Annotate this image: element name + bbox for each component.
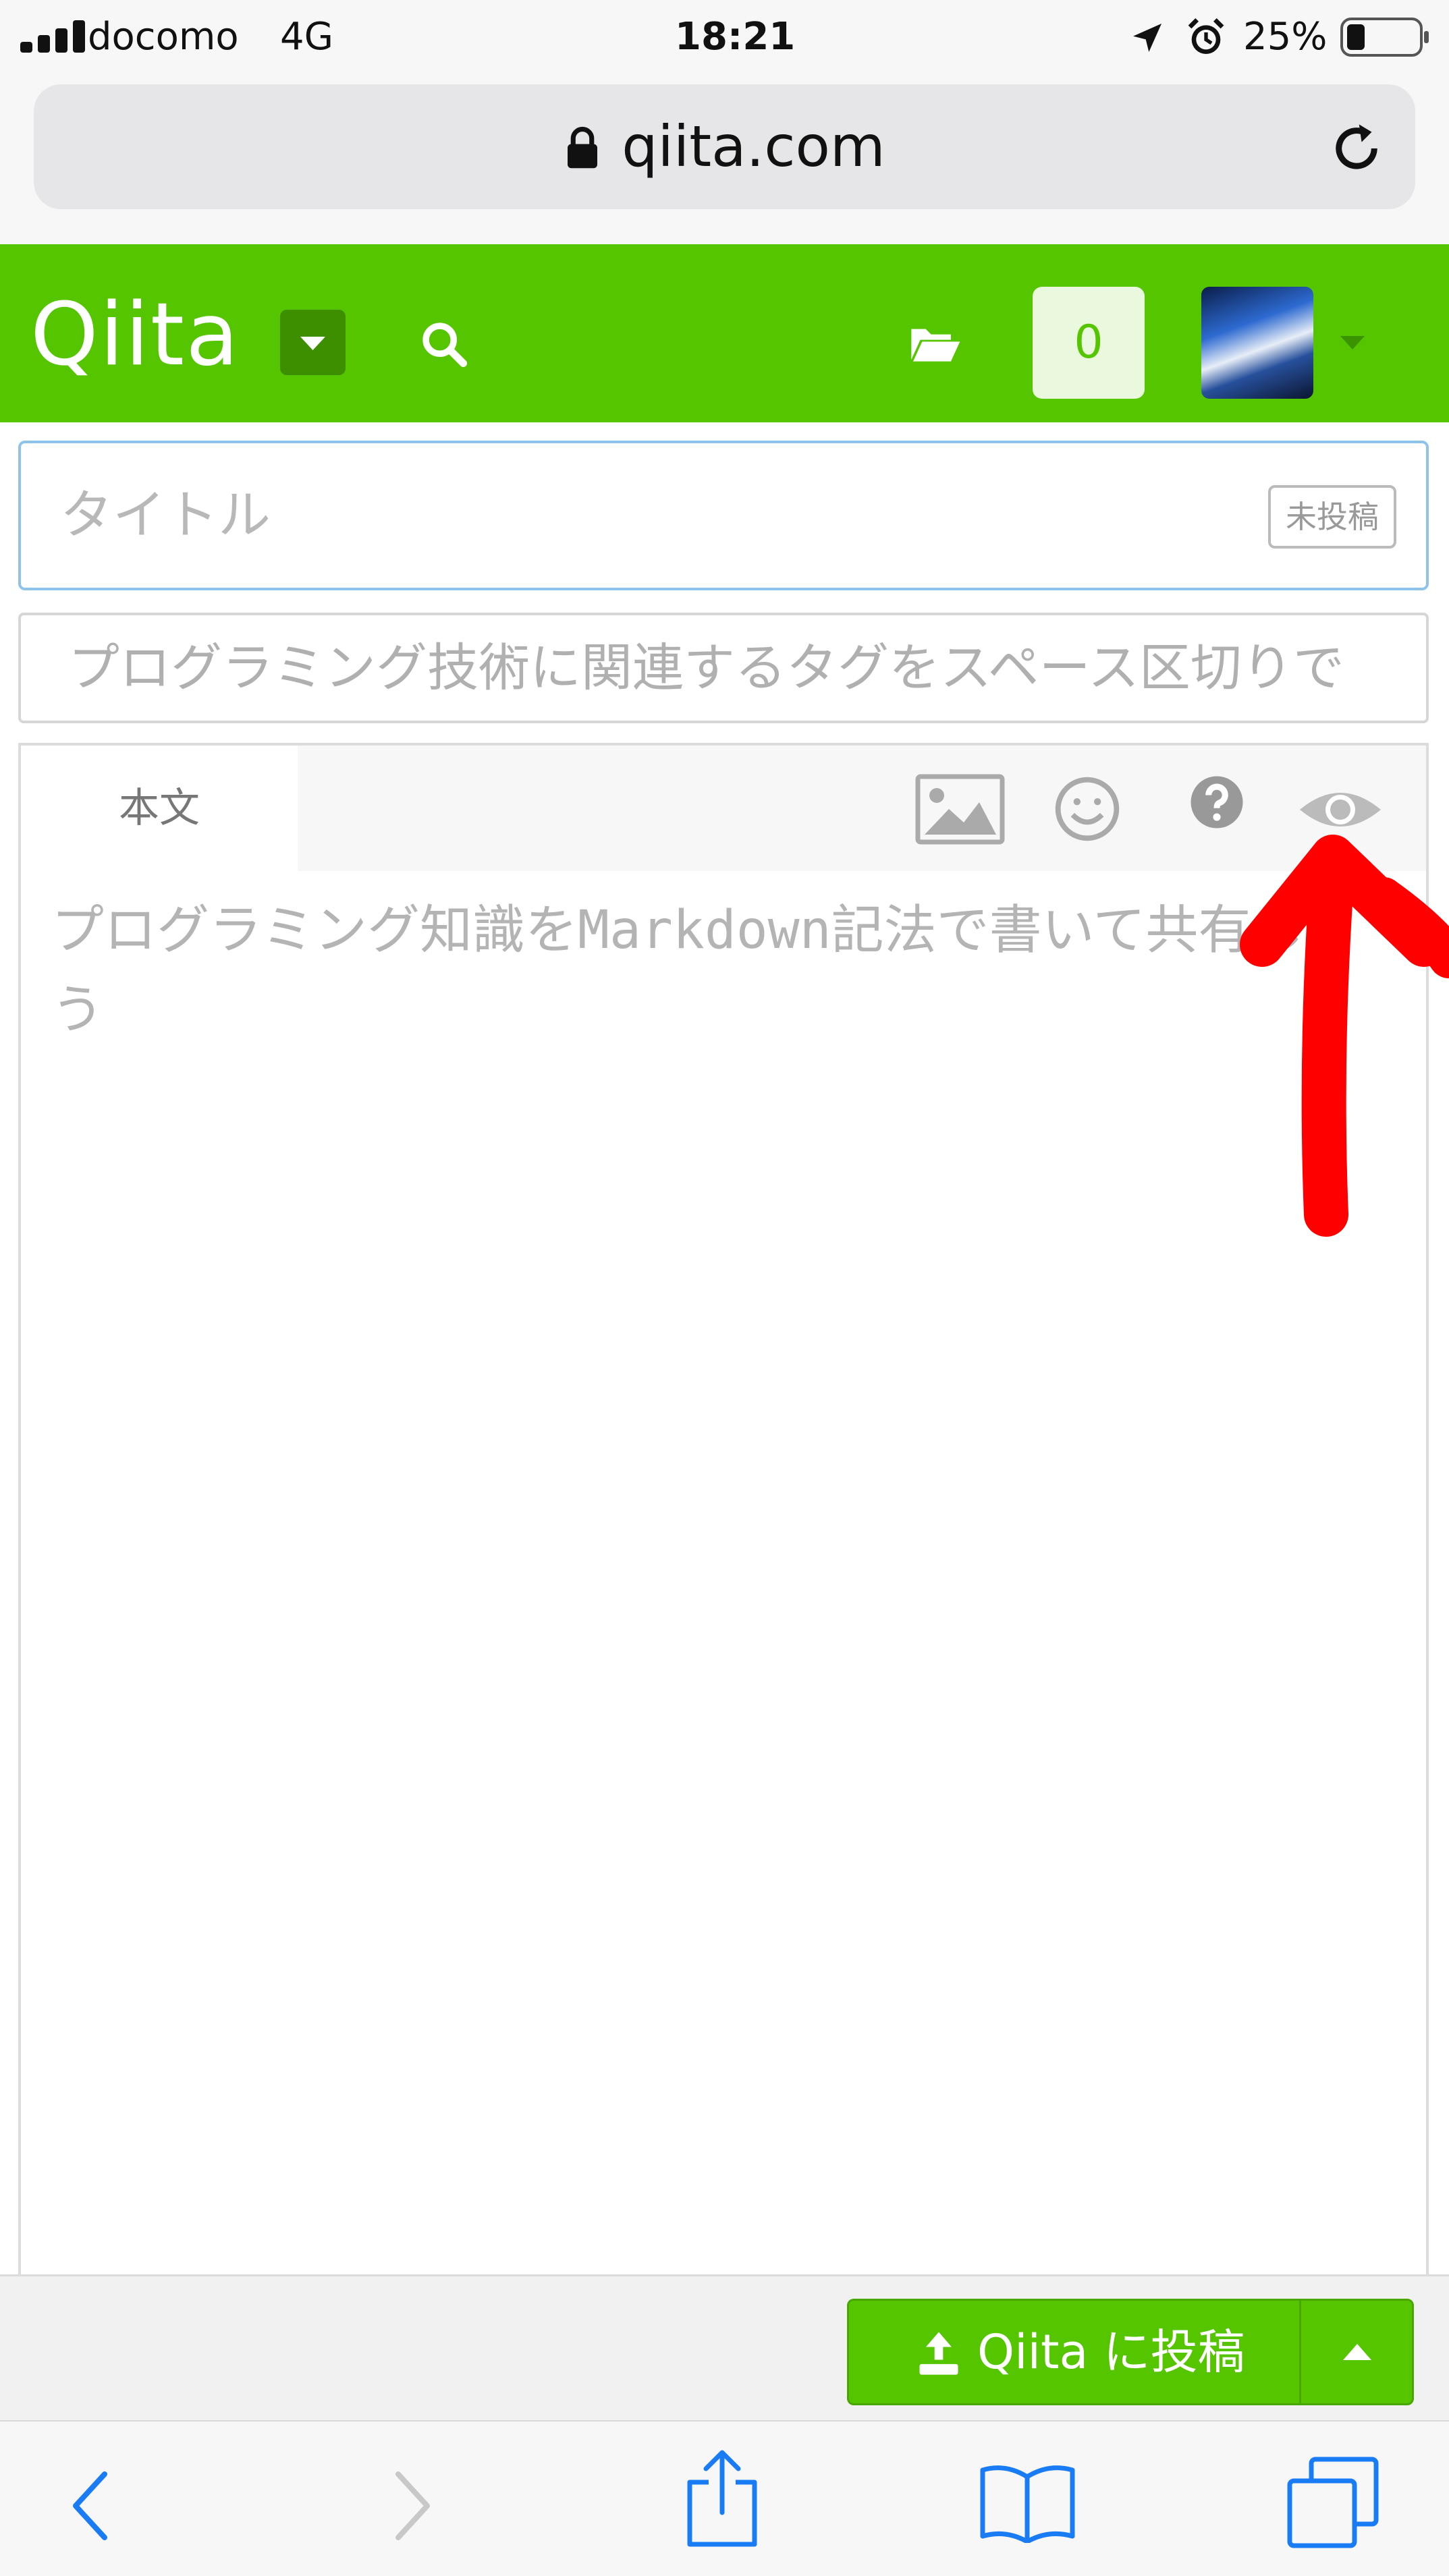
notification-count[interactable]: 0 [1033, 287, 1145, 399]
qiita-logo[interactable]: Qiita [30, 285, 240, 386]
forward-icon[interactable] [388, 2469, 435, 2543]
address-bar[interactable]: qiita.com [34, 84, 1415, 209]
alarm-icon [1188, 18, 1224, 54]
carrier-label: docomo [88, 15, 239, 59]
help-icon[interactable] [1188, 774, 1245, 831]
body-editor: 本文 プログラミング知識をMarkdown記法で書いて共有しよう [18, 743, 1429, 2274]
action-bar: Qiita に投稿 [0, 2274, 1449, 2422]
caret-up-icon [1343, 2344, 1371, 2360]
tags-input[interactable]: プログラミング技術に関連するタグをスペース区切りで [18, 613, 1429, 723]
back-icon[interactable] [67, 2469, 115, 2543]
upload-icon [919, 2332, 958, 2375]
image-icon[interactable] [915, 774, 1005, 845]
title-placeholder: タイトル [60, 485, 271, 546]
title-input[interactable]: タイトル 未投稿 [18, 441, 1429, 590]
body-placeholder: プログラミング知識をMarkdown記法で書いて共有しよう [51, 900, 1357, 1040]
post-button-label: Qiita に投稿 [977, 2324, 1245, 2380]
avatar[interactable] [1201, 287, 1313, 399]
lock-icon [568, 126, 598, 169]
folder-icon[interactable] [908, 322, 962, 365]
caret-down-icon[interactable] [1338, 332, 1367, 352]
browser-toolbar [0, 2420, 1449, 2576]
menu-dropdown-button[interactable] [280, 310, 346, 375]
url-text: qiita.com [622, 113, 885, 179]
status-bar: docomo 4G 18:21 25% [0, 0, 1449, 74]
qiita-header: Qiita 0 [0, 244, 1449, 422]
location-icon [1133, 24, 1161, 52]
battery-icon [1340, 18, 1429, 57]
share-icon[interactable] [682, 2448, 763, 2550]
tab-body[interactable]: 本文 [21, 746, 298, 871]
reload-icon[interactable] [1326, 118, 1387, 179]
tags-placeholder: プログラミング技術に関連するタグをスペース区切りで [68, 638, 1344, 698]
address-text-row: qiita.com [34, 84, 1415, 209]
post-button[interactable]: Qiita に投稿 [847, 2299, 1299, 2405]
network-label: 4G [280, 15, 334, 59]
clock: 18:21 [675, 15, 796, 59]
emoji-icon[interactable] [1052, 774, 1122, 844]
battery-percent: 25% [1243, 15, 1328, 59]
search-icon[interactable] [418, 318, 470, 370]
eye-icon[interactable] [1296, 783, 1384, 837]
tabs-icon[interactable] [1286, 2455, 1380, 2550]
post-options-button[interactable] [1299, 2299, 1414, 2405]
status-badge: 未投稿 [1268, 485, 1396, 549]
caret-down-icon [300, 337, 325, 350]
bookmarks-icon[interactable] [979, 2462, 1076, 2543]
editor-toolbar: 本文 [21, 746, 1426, 871]
